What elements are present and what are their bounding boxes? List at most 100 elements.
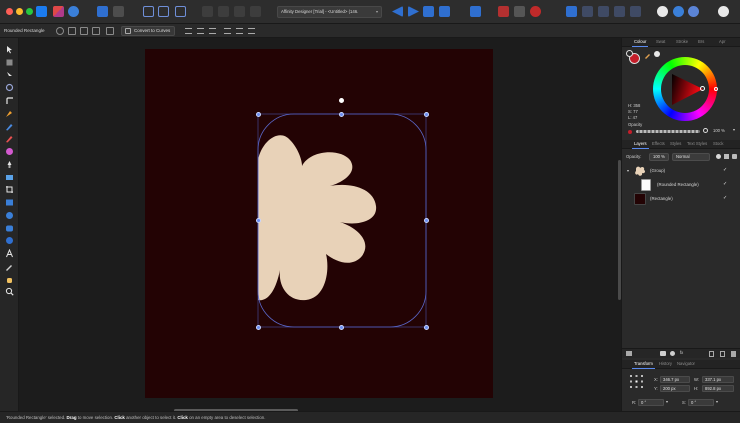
node-tool-icon[interactable] — [5, 71, 14, 80]
lock-icon[interactable] — [614, 6, 625, 17]
outline-view-icon[interactable] — [158, 6, 169, 17]
tab-effects[interactable]: Effects — [652, 141, 665, 146]
zoom-tool-icon[interactable] — [5, 287, 14, 296]
corner-type-icon[interactable] — [56, 27, 64, 35]
shear-field[interactable]: 0 ° — [688, 399, 714, 406]
layer-row-group[interactable]: ▾ (Group) ✓ — [622, 164, 740, 178]
place-image-tool-icon[interactable] — [5, 173, 14, 182]
tab-colour[interactable]: Colour — [631, 39, 649, 47]
ellipse-tool-icon[interactable] — [5, 211, 14, 220]
x-position-field[interactable]: 346.7 px — [660, 376, 690, 383]
height-field[interactable]: 892.8 px — [702, 385, 734, 392]
adjustment-icon[interactable] — [670, 351, 675, 356]
fx-icon[interactable]: fx — [680, 350, 683, 355]
blend-mode-dropdown[interactable]: Normal — [672, 153, 710, 161]
layer-row-rectangle[interactable]: (Rectangle) ✓ — [622, 192, 740, 206]
layers-menu-icon[interactable] — [626, 351, 632, 356]
tab-appearance[interactable]: Apr — [719, 39, 726, 44]
contour-tool-icon[interactable] — [5, 83, 14, 92]
corner-lock-icon[interactable] — [106, 27, 114, 35]
show-toolbar-icon[interactable] — [673, 6, 684, 17]
close-window-button[interactable] — [6, 8, 13, 15]
hand-tool-icon[interactable] — [5, 275, 14, 284]
selection-handle-left[interactable] — [256, 218, 261, 223]
order-back-icon[interactable] — [202, 6, 213, 17]
convert-to-curves-button[interactable]: Convert to Curves — [121, 26, 175, 36]
unlock-icon[interactable] — [630, 6, 641, 17]
align-bottom-icon[interactable] — [248, 28, 255, 34]
snapping-icon[interactable] — [97, 6, 108, 17]
fill-tool-icon[interactable] — [5, 147, 14, 156]
selection-handle-top[interactable] — [339, 112, 344, 117]
tab-navigator[interactable]: Navigator — [677, 361, 695, 366]
align-middle-icon[interactable] — [236, 28, 243, 34]
boolean-subtract-icon[interactable] — [514, 6, 525, 17]
artistic-text-tool-icon[interactable] — [5, 249, 14, 258]
pencil-tool-icon[interactable] — [5, 122, 14, 131]
anchor-point-selector[interactable] — [629, 374, 644, 389]
rotate-right-icon[interactable] — [439, 6, 450, 17]
expand-triangle-icon[interactable]: ▾ — [627, 168, 629, 173]
chevron-down-icon[interactable] — [542, 6, 548, 17]
align-left-icon[interactable] — [185, 28, 192, 34]
order-backward-icon[interactable] — [218, 6, 229, 17]
chevron-down-icon[interactable]: ▾ — [733, 127, 735, 132]
tab-layers[interactable]: Layers — [632, 141, 649, 149]
corner-chamfer-icon[interactable] — [92, 27, 100, 35]
show-context-toolbar-icon[interactable] — [657, 6, 668, 17]
crop-tool-icon[interactable] — [5, 185, 14, 194]
shape-tool-icon[interactable] — [5, 236, 14, 245]
layer-visible-checkbox[interactable]: ✓ — [723, 195, 727, 201]
layer-visible-checkbox[interactable]: ✓ — [723, 167, 727, 173]
corner-options-icon[interactable] — [68, 27, 76, 35]
layer-opacity-dropdown[interactable]: 100 % — [649, 153, 669, 161]
tab-transform[interactable]: Transform — [632, 361, 655, 369]
view-mode-icon[interactable] — [143, 6, 154, 17]
tab-styles[interactable]: Styles — [670, 141, 681, 146]
flip-vertical-icon[interactable] — [408, 6, 419, 17]
tab-stroke[interactable]: Stroke — [676, 39, 688, 44]
corner-tool-icon[interactable] — [5, 96, 14, 105]
y-position-field[interactable]: 200 px — [660, 385, 690, 392]
boolean-intersect-icon[interactable] — [530, 6, 541, 17]
tab-history[interactable]: History — [659, 361, 672, 366]
selection-handle-right[interactable] — [424, 218, 429, 223]
chevron-down-icon[interactable]: ▾ — [666, 399, 668, 404]
eyedropper-icon[interactable] — [644, 51, 652, 59]
tab-stock[interactable]: Stock — [713, 141, 723, 146]
assistant-icon[interactable] — [113, 6, 124, 17]
transparency-tool-icon[interactable] — [5, 160, 14, 169]
flip-horizontal-icon[interactable] — [392, 6, 403, 17]
add-pixel-layer-icon[interactable] — [709, 351, 714, 357]
rotation-field[interactable]: 0 ° — [638, 399, 664, 406]
artboard[interactable] — [145, 49, 493, 398]
delete-layer-icon[interactable] — [731, 351, 736, 357]
order-forward-icon[interactable] — [234, 6, 245, 17]
selection-handle-top-right[interactable] — [424, 112, 429, 117]
mask-icon[interactable] — [660, 351, 666, 356]
tab-swatches[interactable]: Swat — [656, 39, 665, 44]
selection-handle-top-left[interactable] — [256, 112, 261, 117]
document-title-dropdown[interactable]: Affinity Designer [Trial] - <Untitled> (… — [277, 6, 382, 18]
corner-round-icon[interactable] — [80, 27, 88, 35]
layer-settings-icon[interactable] — [716, 154, 721, 159]
align-center-icon[interactable] — [197, 28, 204, 34]
align-icon[interactable] — [470, 6, 481, 17]
user-account-icon[interactable] — [718, 6, 729, 17]
move-tool-icon[interactable] — [5, 45, 14, 54]
opacity-slider-thumb[interactable] — [703, 128, 708, 133]
vector-brush-tool-icon[interactable] — [5, 134, 14, 143]
export-persona-icon[interactable] — [68, 6, 79, 17]
selection-handle-bottom[interactable] — [339, 325, 344, 330]
order-front-icon[interactable] — [250, 6, 261, 17]
pen-tool-icon[interactable] — [5, 109, 14, 118]
rotate-left-icon[interactable] — [423, 6, 434, 17]
color-mode-icon[interactable] — [654, 51, 660, 57]
layer-row-rounded-rectangle[interactable]: (Rounded Rectangle) ✓ — [622, 178, 740, 192]
rectangle-tool-icon[interactable] — [5, 198, 14, 207]
split-view-icon[interactable] — [175, 6, 186, 17]
selection-handle-bottom-right[interactable] — [424, 325, 429, 330]
tab-text-styles[interactable]: Text Styles — [687, 141, 707, 146]
width-field[interactable]: 337.1 px — [702, 376, 734, 383]
group-icon[interactable] — [582, 6, 593, 17]
